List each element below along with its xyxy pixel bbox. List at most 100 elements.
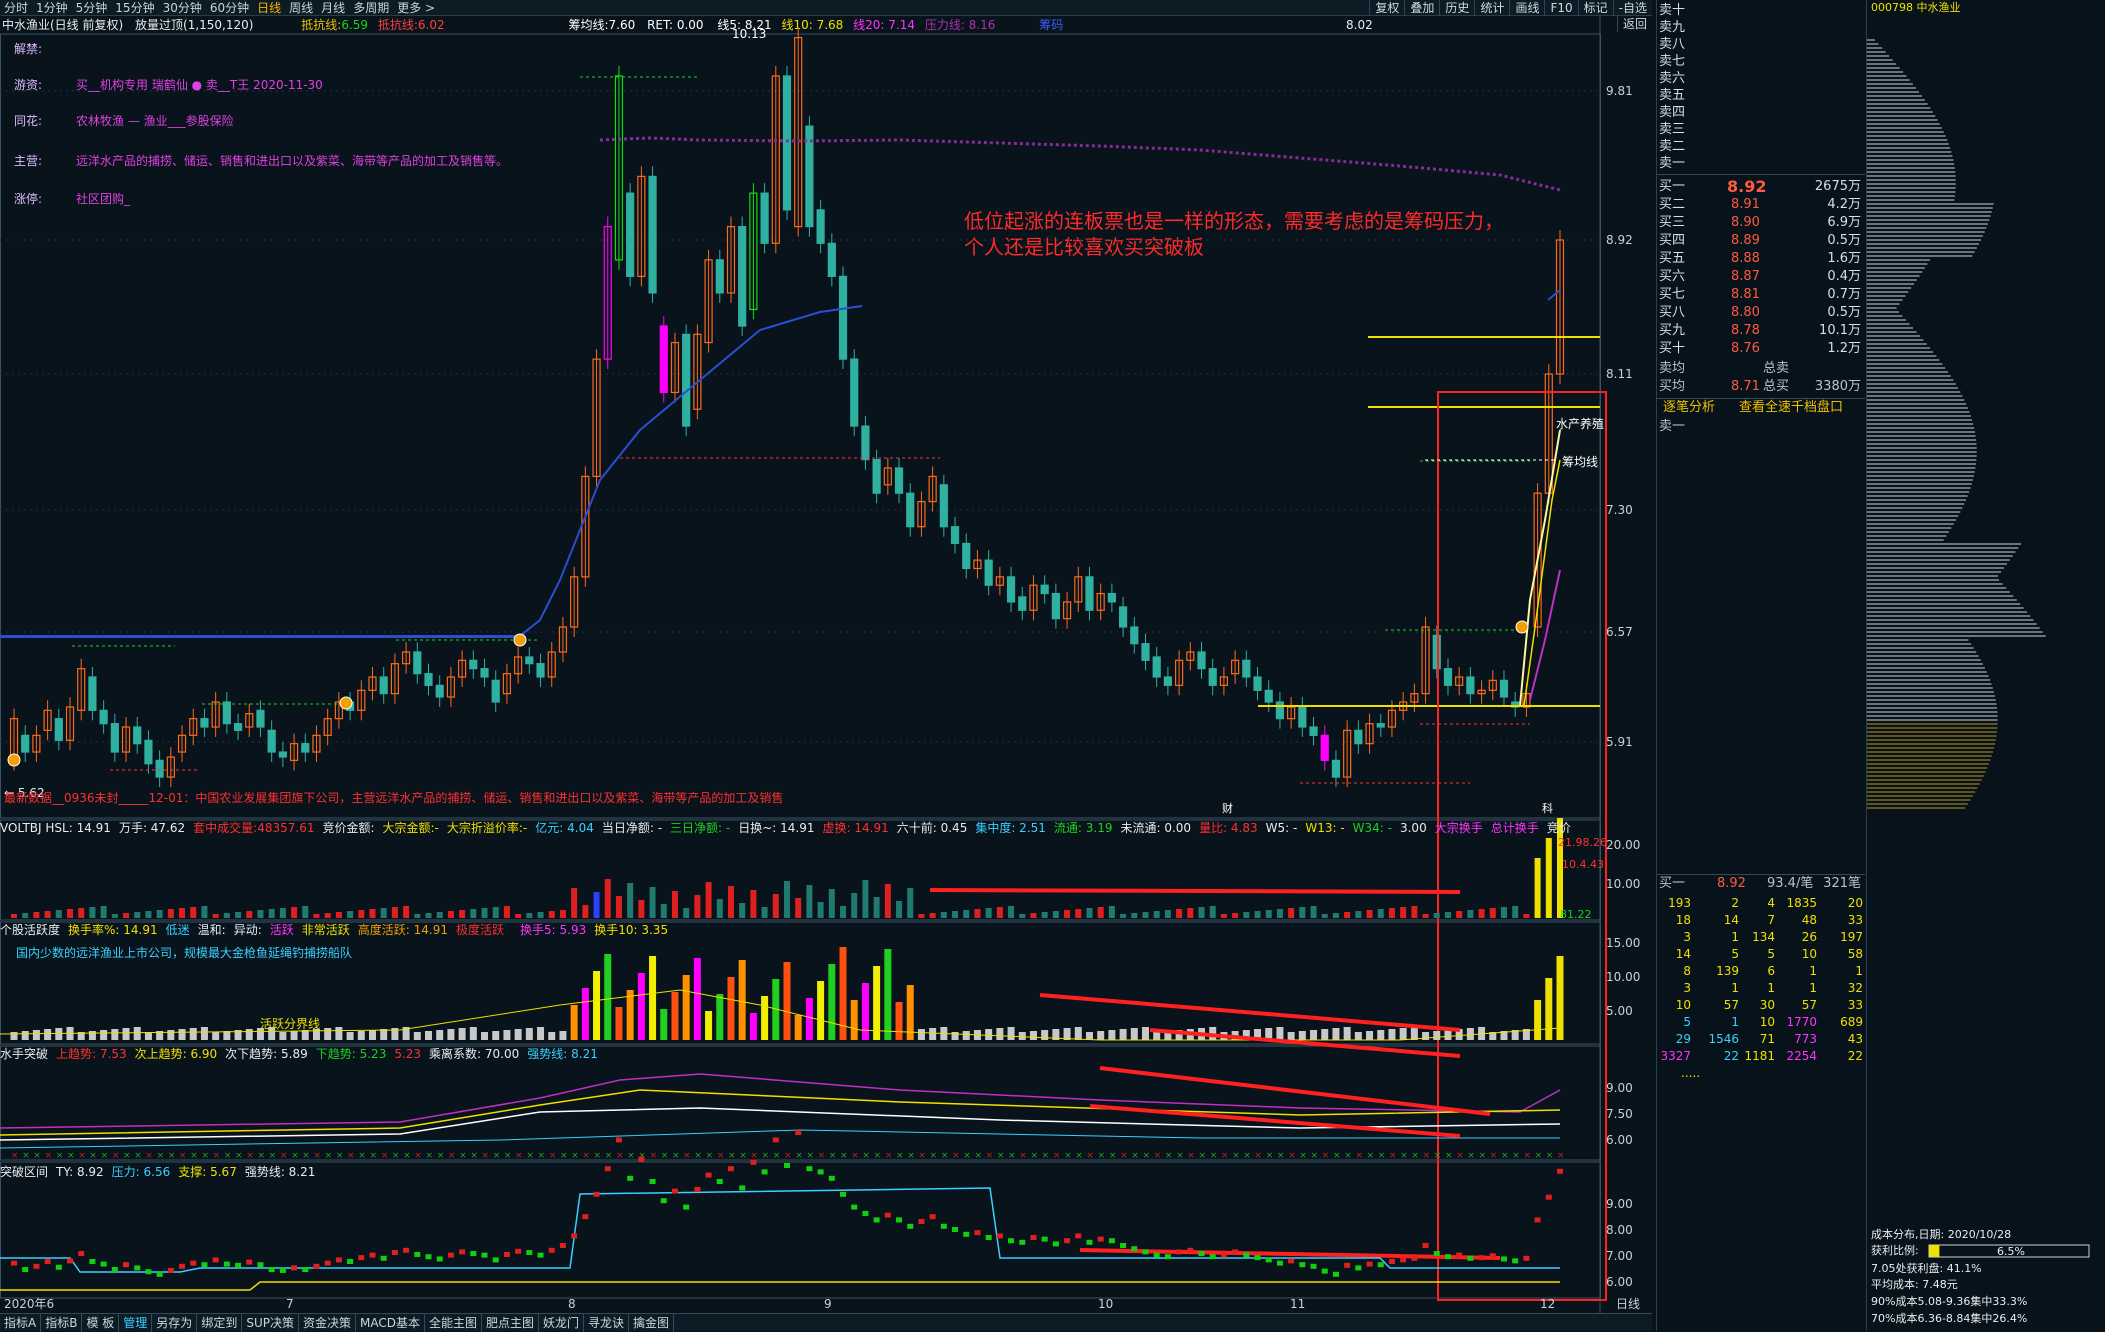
candle-body: [233, 723, 243, 731]
bottom-tab[interactable]: 寻龙诀: [584, 1314, 630, 1332]
candle-body: [648, 175, 657, 294]
break-dot: [548, 1247, 555, 1253]
volume-bar: [1467, 910, 1474, 918]
queue-cell: 33: [1847, 913, 1863, 927]
break-stat: TY: 8.92: [56, 1165, 104, 1179]
activity-bar: [682, 975, 690, 1040]
volume-panel-header: VOLTBJ HSL: 14.91 万手: 47.62 套中成交量:48357.61…: [0, 820, 1600, 836]
bottom-tab[interactable]: 擒金图: [629, 1314, 675, 1332]
tick-analysis-link[interactable]: 逐笔分析: [1663, 399, 1715, 417]
water-marker: ×: [369, 1151, 377, 1161]
water-marker: ×: [627, 1151, 635, 1161]
candle-body: [1331, 759, 1341, 778]
water-marker: ×: [493, 1151, 501, 1161]
water-marker: ×: [907, 1151, 915, 1161]
candle-body: [469, 659, 478, 670]
book-divider: [1657, 174, 1865, 175]
water-tick: 9.00: [1606, 1081, 1633, 1095]
volume-bar: [996, 907, 1003, 918]
cost-ratio-value: 6.5%: [1997, 1245, 2025, 1258]
book-summary: 卖均 总卖: [1659, 361, 1790, 376]
bottom-tab[interactable]: SUP决策: [242, 1314, 299, 1332]
water-marker: ×: [661, 1151, 669, 1161]
activity-bar: [55, 1028, 63, 1040]
water-marker: ×: [1075, 1151, 1083, 1161]
bid-row: 买三 8.90 6.9万: [1657, 214, 1865, 232]
volume-bar: [1332, 913, 1339, 918]
candle-body: [1376, 723, 1385, 728]
break-stat: 突破区间: [0, 1165, 49, 1179]
bottom-tab[interactable]: 绑定到: [197, 1314, 243, 1332]
water-marker: ×: [1299, 1151, 1307, 1161]
volume-stat: W13: -: [1305, 821, 1345, 835]
activity-stat: 换手10: 3.35: [594, 923, 669, 937]
bottom-tab[interactable]: MACD基本: [356, 1314, 425, 1332]
water-marker: ×: [605, 1151, 613, 1161]
break-dot: [246, 1259, 253, 1265]
ask-row: 卖七: [1657, 53, 1865, 71]
activity-bar: [873, 966, 881, 1040]
water-marker: ×: [403, 1151, 411, 1161]
queue-cell: 1770: [1786, 1015, 1817, 1029]
depth-link[interactable]: 查看全速千档盘口: [1739, 399, 1843, 417]
volume-bar: [1120, 914, 1127, 918]
queue-cell: 3: [1683, 981, 1691, 995]
bottom-tab[interactable]: 肥点主图: [482, 1314, 539, 1332]
volume-bar: [291, 907, 298, 918]
bid-row: 买四 8.89 0.5万: [1657, 232, 1865, 250]
info-row: 涨停: 社区团购_: [14, 190, 130, 207]
activity-bar: [1410, 1027, 1418, 1040]
activity-bar: [212, 1032, 220, 1040]
queue-cell: 3327: [1660, 1049, 1691, 1063]
bottom-tab[interactable]: 指标B: [41, 1314, 83, 1332]
candle-body: [525, 656, 534, 665]
main-chart-canvas[interactable]: 9.818.928.117.306.575.9110.13← 5.62水产养殖筹…: [0, 0, 1652, 1313]
bottom-tab[interactable]: 资金决策: [299, 1314, 356, 1332]
candle-body: [738, 226, 747, 327]
candle-body: [413, 651, 422, 675]
bottom-tab[interactable]: 指标A: [0, 1314, 42, 1332]
candle-body: [379, 676, 388, 695]
price-tick: 8.11: [1606, 367, 1633, 381]
break-dot: [1500, 1256, 1507, 1262]
volume-bar: [1041, 912, 1048, 918]
activity-bar: [10, 1032, 18, 1040]
tag-fish: 水产养殖: [1556, 416, 1604, 431]
volume-bar: [123, 913, 130, 918]
water-marker: ×: [997, 1151, 1005, 1161]
queue-row: 29 1546 71 773 43: [1657, 1030, 1865, 1048]
queue-cell: 197: [1840, 930, 1863, 944]
queue-cell: 5: [1683, 1015, 1691, 1029]
activity-bar: [1141, 1027, 1149, 1040]
activity-bar: [492, 1031, 500, 1040]
bottom-tab[interactable]: 管理: [119, 1314, 153, 1332]
water-marker: ×: [269, 1151, 277, 1161]
volume-bar: [302, 906, 309, 918]
volume-bar: [403, 906, 410, 918]
water-marker: ×: [67, 1151, 75, 1161]
activity-bar: [324, 1028, 332, 1040]
bottom-tab[interactable]: 模 板: [82, 1314, 120, 1332]
queue-cell: 10: [1759, 1015, 1775, 1029]
candle-body: [1118, 606, 1128, 628]
bottom-tab[interactable]: 全能主图: [425, 1314, 482, 1332]
activity-bar: [279, 1032, 287, 1040]
break-dot: [638, 1156, 645, 1162]
activity-bar: [581, 988, 589, 1040]
activity-bar: [559, 1031, 567, 1040]
water-marker: ×: [504, 1151, 512, 1161]
activity-bar: [1377, 1030, 1385, 1040]
info-value: 买__机构专用 瑞鹤仙 ● 卖__T王 2020-11-30: [76, 78, 323, 92]
candle-body: [133, 726, 142, 745]
bottom-tab[interactable]: 妖龙门: [539, 1314, 585, 1332]
volume-bar: [179, 908, 186, 918]
activity-bar: [604, 954, 612, 1040]
bottom-tab[interactable]: 另存为: [152, 1314, 198, 1332]
water-marker: ×: [1030, 1151, 1038, 1161]
queue-cell: 57: [1723, 998, 1739, 1012]
break-dot: [884, 1212, 891, 1218]
volume-bar: [1411, 906, 1418, 918]
bid-price: 8.78: [1731, 323, 1760, 338]
break-dot: [660, 1198, 667, 1204]
activity-bar: [626, 990, 634, 1040]
